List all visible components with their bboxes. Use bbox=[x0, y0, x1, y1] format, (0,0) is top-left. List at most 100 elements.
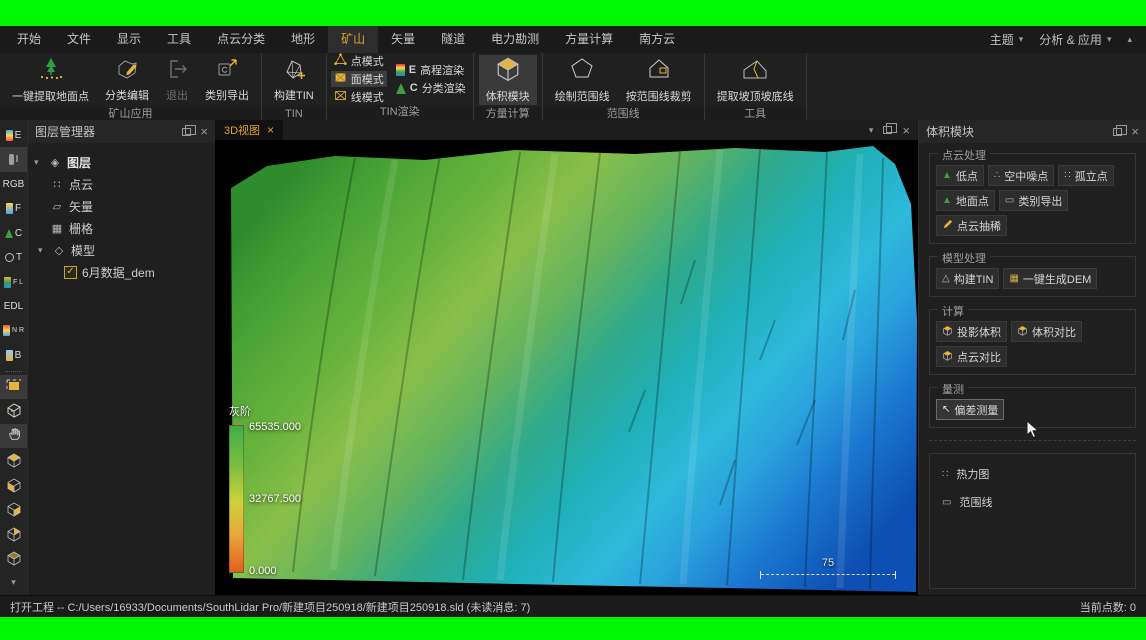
class-export-button[interactable]: ▭类别导出 bbox=[999, 190, 1068, 211]
close-panel-icon[interactable]: × bbox=[1131, 125, 1139, 138]
tab-3d-view[interactable]: 3D视图 × bbox=[215, 120, 283, 140]
slice-tool-button[interactable] bbox=[0, 399, 27, 423]
chevron-down-icon[interactable]: ▾ bbox=[34, 157, 43, 168]
menu-item-south-cloud[interactable]: 南方云 bbox=[626, 26, 688, 53]
tree-node-layers[interactable]: ▾ ◈ 图层 bbox=[34, 151, 209, 173]
ribbon-group-label: 矿山应用 bbox=[0, 107, 261, 121]
extract-slope-lines-button[interactable]: 提取坡顶坡底线 bbox=[710, 55, 801, 105]
isolated-point-button[interactable]: ∷孤立点 bbox=[1058, 165, 1113, 186]
checkbox-checked[interactable]: ✓ bbox=[64, 266, 77, 279]
chevron-down-icon[interactable]: ▾ bbox=[38, 245, 47, 256]
button-label: 点云对比 bbox=[957, 349, 1001, 365]
view-left-button[interactable] bbox=[0, 497, 27, 521]
low-point-button[interactable]: ▲低点 bbox=[936, 165, 984, 186]
menu-item-file[interactable]: 文件 bbox=[54, 26, 104, 53]
ground-point-button[interactable]: ▲地面点 bbox=[936, 190, 995, 211]
pan-tool-button[interactable] bbox=[0, 424, 27, 448]
blend-render-mode-button[interactable]: B bbox=[0, 343, 27, 367]
menu-item-display[interactable]: 显示 bbox=[104, 26, 154, 53]
box-select-button[interactable] bbox=[0, 375, 27, 399]
view-front-button[interactable] bbox=[0, 473, 27, 497]
view-3d-canvas[interactable]: 灰阶 65535.000 32767.500 0.000 75 bbox=[215, 140, 918, 595]
menu-item-mine[interactable]: 矿山 bbox=[328, 26, 378, 53]
flag-icon bbox=[6, 203, 13, 214]
dem-grid-icon: ▦ bbox=[1009, 273, 1018, 284]
cube-icon bbox=[942, 325, 953, 339]
rgb-render-mode-button[interactable]: RGB bbox=[0, 172, 27, 196]
flightline-render-mode-button[interactable]: F L bbox=[0, 270, 27, 294]
line-mode-button[interactable]: 线模式 bbox=[331, 89, 387, 105]
class-export-button[interactable]: 类别导出 bbox=[198, 55, 256, 105]
projected-volume-button[interactable]: 投影体积 bbox=[936, 321, 1007, 342]
volume-compare-button[interactable]: 体积对比 bbox=[1011, 321, 1082, 342]
node-label: 模型 bbox=[71, 242, 95, 259]
view-iso-button[interactable] bbox=[0, 546, 27, 570]
generate-dem-button[interactable]: ▦一键生成DEM bbox=[1003, 268, 1097, 289]
menu-item-tunnel[interactable]: 隧道 bbox=[428, 26, 478, 53]
elevation-gradient-icon bbox=[396, 64, 405, 76]
extract-ground-points-button[interactable]: 一键提取地面点 bbox=[5, 55, 96, 105]
elevation-render-button[interactable]: E 高程渲染 bbox=[393, 62, 469, 78]
close-view-icon[interactable]: × bbox=[902, 124, 910, 137]
list-item-label: 范围线 bbox=[959, 494, 992, 510]
menu-item-vector[interactable]: 矢量 bbox=[378, 26, 428, 53]
close-tab-icon[interactable]: × bbox=[267, 123, 274, 137]
tab-list-dropdown-icon[interactable]: ▾ bbox=[869, 125, 874, 136]
menu-item-terrain[interactable]: 地形 bbox=[278, 26, 328, 53]
menu-item-power-survey[interactable]: 电力勘测 bbox=[478, 26, 552, 53]
float-view-icon[interactable] bbox=[883, 126, 892, 134]
face-mode-button[interactable]: 面模式 bbox=[331, 71, 387, 87]
deviation-measure-button[interactable]: ↖偏差测量 bbox=[936, 399, 1004, 420]
menu-item-pointcloud-classify[interactable]: 点云分类 bbox=[204, 26, 278, 53]
button-label: 绘制范围线 bbox=[555, 88, 610, 104]
point-mode-button[interactable]: 点模式 bbox=[331, 53, 387, 69]
draw-boundary-button[interactable]: 绘制范围线 bbox=[548, 55, 617, 105]
return-number-render-mode-button[interactable]: N R bbox=[0, 319, 27, 343]
heatmap-list-item[interactable]: ∷ 热力图 bbox=[942, 466, 1123, 482]
air-noise-button[interactable]: ∴空中噪点 bbox=[988, 165, 1054, 186]
close-panel-icon[interactable]: × bbox=[200, 125, 208, 138]
layers-icon: ◈ bbox=[48, 156, 62, 169]
colorbar-legend: 灰阶 65535.000 32767.500 0.000 bbox=[229, 403, 301, 581]
view-top-button[interactable] bbox=[0, 448, 27, 472]
build-tin-button[interactable]: △构建TIN bbox=[936, 268, 999, 289]
build-tin-button[interactable]: 构建TIN bbox=[267, 55, 321, 105]
edl-render-mode-button[interactable]: EDL bbox=[0, 294, 27, 318]
class-render-button[interactable]: C 分类渲染 bbox=[393, 80, 469, 96]
volume-module-button[interactable]: 体积模块 bbox=[479, 55, 537, 105]
button-label: 类别导出 bbox=[205, 87, 249, 103]
analysis-app-dropdown[interactable]: 分析 & 应用 ▾ bbox=[1039, 31, 1111, 48]
menu-item-volume-calc[interactable]: 方量计算 bbox=[552, 26, 626, 53]
float-panel-icon[interactable] bbox=[1113, 128, 1122, 136]
ribbon-group-label: TIN bbox=[262, 107, 326, 121]
recording-border-top bbox=[0, 0, 1146, 26]
tree-node-raster[interactable]: ▦ 栅格 bbox=[34, 217, 209, 239]
thin-pointcloud-button[interactable]: 点云抽稀 bbox=[936, 215, 1007, 236]
menu-item-tools[interactable]: 工具 bbox=[154, 26, 204, 53]
intensity-render-mode-button[interactable]: I bbox=[0, 147, 27, 171]
section-calculation: 计算 投影体积 体积对比 点云对比 bbox=[929, 309, 1136, 375]
pointcloud-compare-button[interactable]: 点云对比 bbox=[936, 346, 1007, 367]
float-panel-icon[interactable] bbox=[182, 128, 191, 136]
section-title: 模型处理 bbox=[938, 250, 990, 266]
tree-node-model[interactable]: ▾ ◇ 模型 bbox=[34, 239, 209, 261]
collapse-ribbon-icon[interactable]: ▴ bbox=[1127, 34, 1132, 45]
mode-label: C bbox=[15, 228, 22, 239]
boundary-line-list-item[interactable]: ▭ 范围线 bbox=[942, 494, 1123, 510]
clip-by-boundary-button[interactable]: 按范围线裁剪 bbox=[619, 55, 699, 105]
classify-edit-button[interactable]: 分类编辑 bbox=[98, 55, 156, 105]
toolbar-overflow-chevron[interactable]: ▾ bbox=[0, 570, 27, 594]
class-render-mode-button[interactable]: C bbox=[0, 221, 27, 245]
view-right-button[interactable] bbox=[0, 522, 27, 546]
tree-node-vector[interactable]: ▱ 矢量 bbox=[34, 195, 209, 217]
tree-node-pointcloud[interactable]: ∷ 点云 bbox=[34, 173, 209, 195]
edit-polygon-icon bbox=[115, 57, 139, 84]
menu-item-start[interactable]: 开始 bbox=[4, 26, 54, 53]
elevation-render-mode-button[interactable]: E bbox=[0, 123, 27, 147]
time-render-mode-button[interactable]: T bbox=[0, 245, 27, 269]
flag-render-mode-button[interactable]: F bbox=[0, 196, 27, 220]
mode-label: N R bbox=[12, 327, 24, 334]
tree-node-dem-layer[interactable]: ✓ 6月数据_dem bbox=[34, 261, 209, 283]
theme-dropdown[interactable]: 主题 ▾ bbox=[990, 31, 1024, 48]
scale-value: 75 bbox=[760, 557, 896, 569]
